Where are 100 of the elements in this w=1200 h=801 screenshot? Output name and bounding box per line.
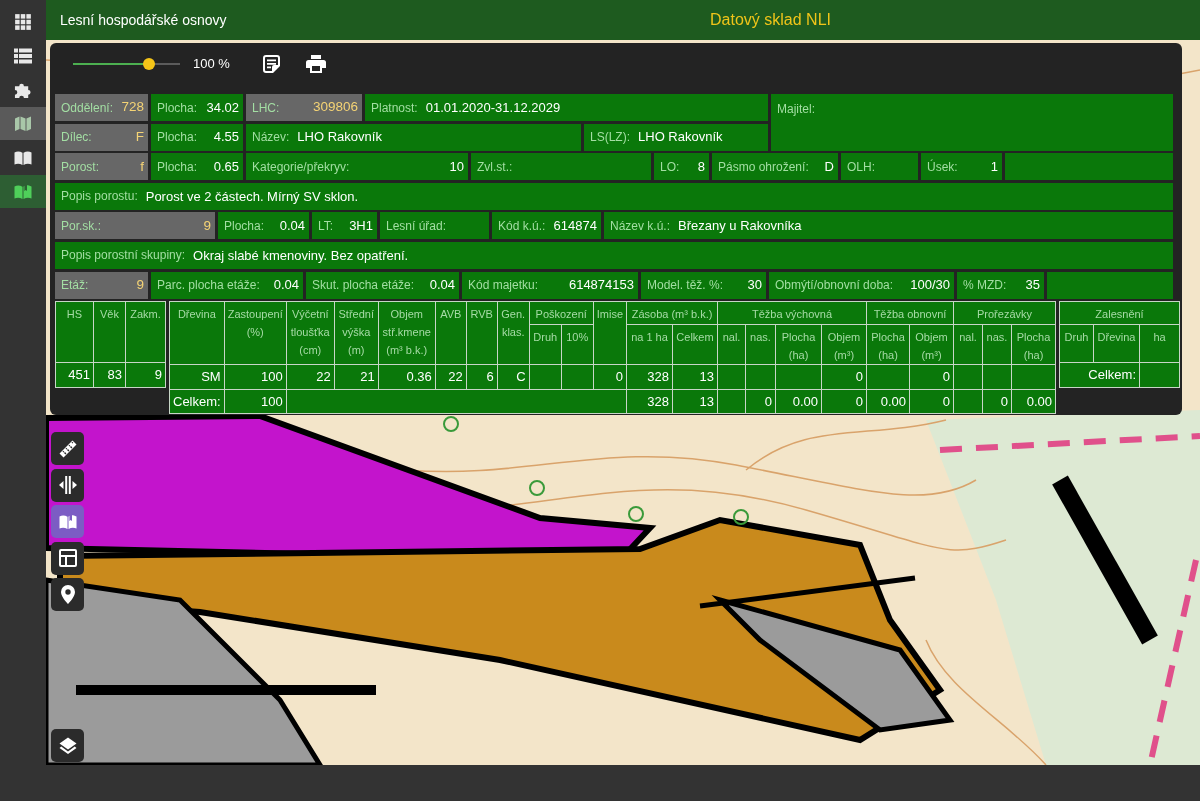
field-value: Okraj slabé kmenoviny. Bez opatření. bbox=[193, 246, 409, 265]
app-name: Datový sklad NLI bbox=[710, 10, 831, 30]
field-value: 100/30 bbox=[910, 276, 950, 295]
field-label: Oddělení: bbox=[61, 99, 114, 117]
column-header: nal. bbox=[717, 324, 746, 365]
field-value: 728 bbox=[121, 98, 144, 117]
column-header: Druh bbox=[1059, 324, 1094, 363]
column-header: HS bbox=[55, 301, 94, 363]
field-label: LO: bbox=[660, 158, 680, 176]
table-cell: 0 bbox=[593, 364, 627, 390]
field-label: OLH: bbox=[847, 158, 875, 176]
column-group-header: Poškození bbox=[529, 301, 594, 325]
column-header: ha bbox=[1139, 324, 1180, 363]
table-cell: 0.00 bbox=[1011, 389, 1056, 414]
column-header: Plocha (ha) bbox=[866, 324, 910, 365]
column-header: RVB bbox=[466, 301, 498, 365]
column-header: Dřevina bbox=[1093, 324, 1140, 363]
field-value: Březany u Rakovníka bbox=[678, 217, 802, 236]
field-label: Kód k.ú.: bbox=[498, 217, 546, 235]
column-header: Zakm. bbox=[125, 301, 166, 363]
field-label: Etáž: bbox=[61, 277, 89, 295]
table-cell: 22 bbox=[435, 364, 467, 390]
column-header: na 1 ha bbox=[626, 324, 673, 365]
field-value: 614874153 bbox=[568, 276, 634, 295]
field-value: 35 bbox=[1025, 276, 1040, 295]
split-icon bbox=[58, 476, 77, 494]
field-value: Porost ve 2 částech. Mírný SV sklon. bbox=[145, 187, 359, 206]
layout-icon bbox=[58, 549, 77, 567]
grid-icon bbox=[14, 12, 32, 31]
map-tool-button[interactable] bbox=[51, 729, 84, 762]
table-cell: 13 bbox=[672, 364, 718, 390]
column-group-header: Zásoba (m³ b.k.) bbox=[626, 301, 718, 325]
column-group-header: Zalesnění bbox=[1059, 301, 1180, 325]
column-header: Plocha (ha) bbox=[775, 324, 822, 365]
map-tool-button[interactable] bbox=[51, 468, 84, 502]
field-label: Skut. plocha etáže: bbox=[312, 277, 415, 295]
column-header: nas. bbox=[982, 324, 1012, 365]
field-value: 9 bbox=[136, 275, 144, 294]
list-icon bbox=[14, 46, 32, 65]
map-tool-button[interactable] bbox=[51, 578, 84, 611]
field-label: Plocha: bbox=[157, 99, 198, 117]
table-cell: 0 bbox=[982, 389, 1012, 414]
open-book-icon bbox=[58, 514, 77, 529]
field-value: 01.01.2020-31.12.2029 bbox=[425, 98, 561, 117]
table-cell: 0.00 bbox=[775, 389, 822, 414]
slider-thumb[interactable] bbox=[142, 57, 155, 70]
table-cell: 100 bbox=[224, 364, 287, 390]
field-value: 34.02 bbox=[206, 98, 239, 117]
field-value: 309806 bbox=[312, 98, 358, 117]
map-icon bbox=[14, 114, 32, 133]
zoom-reading: 100 % bbox=[193, 54, 230, 73]
field-label: Popis porostní skupiny: bbox=[61, 247, 186, 265]
field-value: 30 bbox=[747, 276, 762, 295]
page-title: Lesní hospodářské osnovy bbox=[60, 10, 227, 30]
field-value: 8 bbox=[697, 157, 705, 176]
field-label: Kód majetku: bbox=[468, 277, 539, 295]
field-value: 0.65 bbox=[213, 157, 239, 176]
column-header: Plocha (ha) bbox=[1011, 324, 1056, 365]
map-tool-button[interactable] bbox=[51, 541, 84, 575]
field-value: D bbox=[824, 157, 834, 176]
print-button[interactable] bbox=[305, 54, 326, 73]
table-cell: 451 bbox=[55, 362, 94, 388]
table-cell: 100 bbox=[224, 389, 287, 414]
map-pin-icon bbox=[60, 585, 75, 604]
field-label: Pásmo ohrožení: bbox=[718, 158, 809, 176]
field-label: Parc. plocha etáže: bbox=[157, 277, 260, 295]
field-label: Zvl.st.: bbox=[477, 158, 513, 176]
column-group-header: Těžba obnovní bbox=[866, 301, 954, 325]
field-label: Dílec: bbox=[61, 129, 92, 147]
column-header: Druh bbox=[529, 324, 562, 365]
column-header: Objem (m³) bbox=[821, 324, 867, 365]
field-label: Název: bbox=[252, 129, 290, 147]
column-header: Gen. klas. bbox=[497, 301, 530, 365]
table-cell: 0 bbox=[909, 389, 954, 414]
field-label: Model. těž. %: bbox=[647, 277, 724, 295]
printer-icon bbox=[305, 54, 326, 73]
table-cell: 0 bbox=[909, 364, 954, 390]
column-header: nal. bbox=[953, 324, 983, 365]
column-header: Zastoupení (%) bbox=[224, 301, 287, 365]
field-label: LHC: bbox=[252, 99, 280, 117]
column-header: Věk bbox=[93, 301, 126, 363]
field-value: 9 bbox=[203, 216, 211, 235]
column-header: Dřevina bbox=[169, 301, 225, 365]
table-cell: 0.36 bbox=[378, 364, 436, 390]
field-label: Obmýtí/obnovní doba: bbox=[775, 277, 894, 295]
field-value: LHO Rakovník bbox=[638, 128, 723, 147]
field-value: 1 bbox=[990, 157, 998, 176]
table-cell: 0.00 bbox=[866, 389, 910, 414]
field-label: Kategorie/překryv: bbox=[252, 158, 350, 176]
column-group-header: Těžba výchovná bbox=[717, 301, 867, 325]
field-value: F bbox=[135, 127, 144, 146]
column-header: Výčetní tloušťka (cm) bbox=[286, 301, 335, 365]
notes-button[interactable] bbox=[262, 54, 280, 73]
field-label: Porost: bbox=[61, 158, 99, 176]
field-label: LT: bbox=[318, 217, 334, 235]
column-header: Objem (m³) bbox=[909, 324, 954, 365]
map-tool-button[interactable] bbox=[51, 432, 84, 465]
table-cell: 328 bbox=[626, 364, 673, 390]
column-header: Objem stř.kmene (m³ b.k.) bbox=[378, 301, 436, 365]
field-value: 10 bbox=[449, 157, 464, 176]
